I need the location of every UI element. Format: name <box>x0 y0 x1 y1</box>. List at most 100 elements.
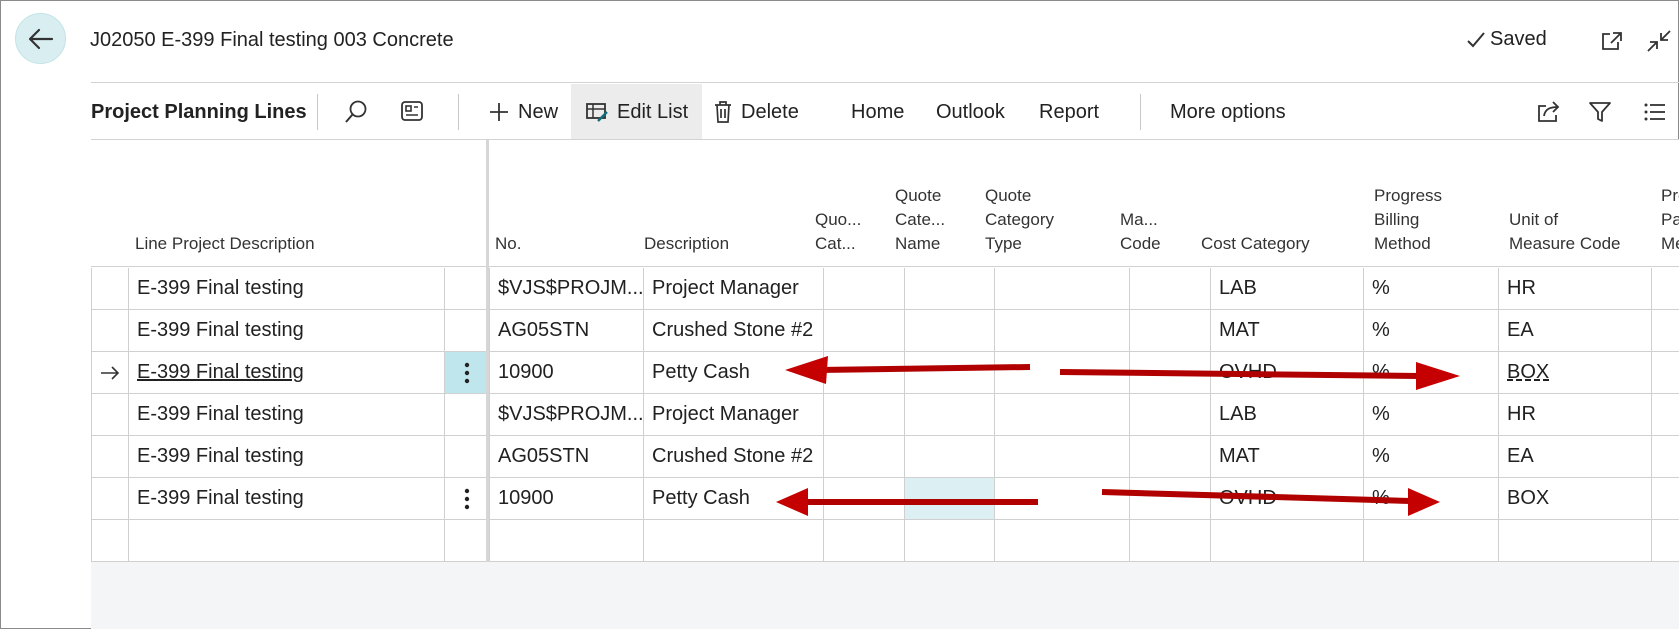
cell-line-desc[interactable]: E-399 Final testing <box>128 352 444 393</box>
cell-cost-category[interactable]: OVHD <box>1210 352 1363 393</box>
cell-line-desc[interactable]: E-399 Final testing <box>128 310 444 351</box>
cell-progress-payment[interactable] <box>1651 394 1679 435</box>
cell-quote-category-type[interactable] <box>994 478 1129 519</box>
cell-description[interactable] <box>643 520 823 561</box>
cell-progress-billing[interactable]: % <box>1363 352 1498 393</box>
cell-no[interactable]: $VJS$PROJM... <box>489 268 643 309</box>
cell-cost-category[interactable] <box>1210 520 1363 561</box>
cell-cost-category[interactable]: OVHD <box>1210 478 1363 519</box>
delete-button[interactable]: Delete <box>713 84 799 140</box>
cell-description[interactable]: Crushed Stone #2 <box>643 310 823 351</box>
edit-list-button[interactable]: Edit List <box>571 84 703 140</box>
collapse-icon[interactable] <box>1645 28 1673 54</box>
cell-ma-code[interactable] <box>1129 310 1210 351</box>
cell-quote-category[interactable] <box>823 352 904 393</box>
new-empty-row[interactable] <box>91 520 1679 562</box>
new-button[interactable]: New <box>488 84 558 140</box>
cell-cost-category[interactable]: LAB <box>1210 268 1363 309</box>
cell-quote-category-name[interactable] <box>904 310 994 351</box>
cell-quote-category-name[interactable] <box>904 268 994 309</box>
col-progress-billing-method[interactable]: Progress Billing Method <box>1374 184 1442 266</box>
cell-progress-payment[interactable] <box>1651 310 1679 351</box>
cell-no[interactable]: 10900 <box>489 352 643 393</box>
col-quote-category-name[interactable]: Quote Cate... Name <box>895 184 945 266</box>
cell-progress-billing[interactable] <box>1363 520 1498 561</box>
cell-line-desc[interactable]: E-399 Final testing <box>128 478 444 519</box>
cell-quote-category-name[interactable] <box>904 520 994 561</box>
cell-quote-category-name[interactable] <box>904 352 994 393</box>
cell-line-desc[interactable]: E-399 Final testing <box>128 436 444 477</box>
table-row[interactable]: E-399 Final testing AG05STN Crushed Ston… <box>91 436 1679 478</box>
cell-quote-category[interactable] <box>823 394 904 435</box>
col-unit-of-measure-code[interactable]: Unit of Measure Code <box>1509 208 1621 266</box>
cell-uom[interactable] <box>1498 520 1651 561</box>
cell-cost-category[interactable]: LAB <box>1210 394 1363 435</box>
home-menu[interactable]: Home <box>851 84 904 140</box>
filter-pane-button[interactable] <box>399 84 425 140</box>
cell-quote-category[interactable] <box>823 310 904 351</box>
cell-progress-payment[interactable] <box>1651 352 1679 393</box>
table-row[interactable]: E-399 Final testing $VJS$PROJM... Projec… <box>91 394 1679 436</box>
filter-button[interactable] <box>1588 84 1612 140</box>
cell-progress-payment[interactable] <box>1651 478 1679 519</box>
cell-no[interactable]: $VJS$PROJM... <box>489 394 643 435</box>
table-row-selected[interactable]: E-399 Final testing 10900 Petty Cash OVH… <box>91 352 1679 394</box>
line-desc-link[interactable]: E-399 Final testing <box>137 361 304 384</box>
list-options-button[interactable] <box>1643 84 1667 140</box>
col-quote-category[interactable]: Quo... Cat... <box>815 208 861 266</box>
cell-ma-code[interactable] <box>1129 436 1210 477</box>
cell-ma-code[interactable] <box>1129 394 1210 435</box>
cell-uom[interactable]: BOX <box>1498 352 1651 393</box>
cell-line-desc[interactable]: E-399 Final testing <box>128 268 444 309</box>
share-button[interactable] <box>1536 84 1562 140</box>
cell-uom[interactable]: EA <box>1498 310 1651 351</box>
cell-uom[interactable]: EA <box>1498 436 1651 477</box>
cell-quote-category-type[interactable] <box>994 268 1129 309</box>
cell-line-desc[interactable] <box>128 520 444 561</box>
row-actions-button[interactable] <box>444 478 489 519</box>
cell-description[interactable]: Petty Cash <box>643 352 823 393</box>
cell-progress-payment[interactable] <box>1651 436 1679 477</box>
cell-quote-category[interactable] <box>823 268 904 309</box>
cell-description[interactable]: Project Manager <box>643 268 823 309</box>
open-in-new-window-icon[interactable] <box>1598 28 1626 54</box>
cell-quote-category[interactable] <box>823 520 904 561</box>
col-description[interactable]: Description <box>644 232 729 266</box>
row-actions-button[interactable] <box>444 352 489 393</box>
cell-progress-billing[interactable]: % <box>1363 394 1498 435</box>
cell-quote-category-name[interactable] <box>904 436 994 477</box>
search-button[interactable] <box>343 84 369 140</box>
cell-progress-billing[interactable]: % <box>1363 310 1498 351</box>
col-cost-category[interactable]: Cost Category <box>1201 232 1310 266</box>
cell-ma-code[interactable] <box>1129 352 1210 393</box>
cell-uom[interactable]: HR <box>1498 394 1651 435</box>
cell-ma-code[interactable] <box>1129 478 1210 519</box>
col-line-project-description[interactable]: Line Project Description <box>135 232 315 266</box>
cell-no[interactable]: AG05STN <box>489 436 643 477</box>
more-options-menu[interactable]: More options <box>1170 84 1286 140</box>
cell-no[interactable]: AG05STN <box>489 310 643 351</box>
cell-progress-billing[interactable]: % <box>1363 436 1498 477</box>
col-progress-payment-method[interactable]: Pro Pay Me <box>1661 184 1679 266</box>
cell-quote-category[interactable] <box>823 436 904 477</box>
cell-no[interactable] <box>489 520 643 561</box>
cell-quote-category-type[interactable] <box>994 310 1129 351</box>
cell-quote-category-type[interactable] <box>994 436 1129 477</box>
col-no[interactable]: No. <box>495 232 521 266</box>
report-menu[interactable]: Report <box>1039 84 1099 140</box>
cell-ma-code[interactable] <box>1129 520 1210 561</box>
cell-uom[interactable]: HR <box>1498 268 1651 309</box>
cell-quote-category-name[interactable] <box>904 394 994 435</box>
cell-quote-category-type[interactable] <box>994 520 1129 561</box>
cell-cost-category[interactable]: MAT <box>1210 310 1363 351</box>
cell-progress-payment[interactable] <box>1651 520 1679 561</box>
cell-description[interactable]: Project Manager <box>643 394 823 435</box>
table-row[interactable]: E-399 Final testing $VJS$PROJM... Projec… <box>91 268 1679 310</box>
table-row[interactable]: E-399 Final testing AG05STN Crushed Ston… <box>91 310 1679 352</box>
table-row[interactable]: E-399 Final testing 10900 Petty Cash OVH… <box>91 478 1679 520</box>
cell-description[interactable]: Petty Cash <box>643 478 823 519</box>
cell-no[interactable]: 10900 <box>489 478 643 519</box>
col-ma-code[interactable]: Ma... Code <box>1120 208 1161 266</box>
cell-quote-category[interactable] <box>823 478 904 519</box>
cell-progress-billing[interactable]: % <box>1363 478 1498 519</box>
